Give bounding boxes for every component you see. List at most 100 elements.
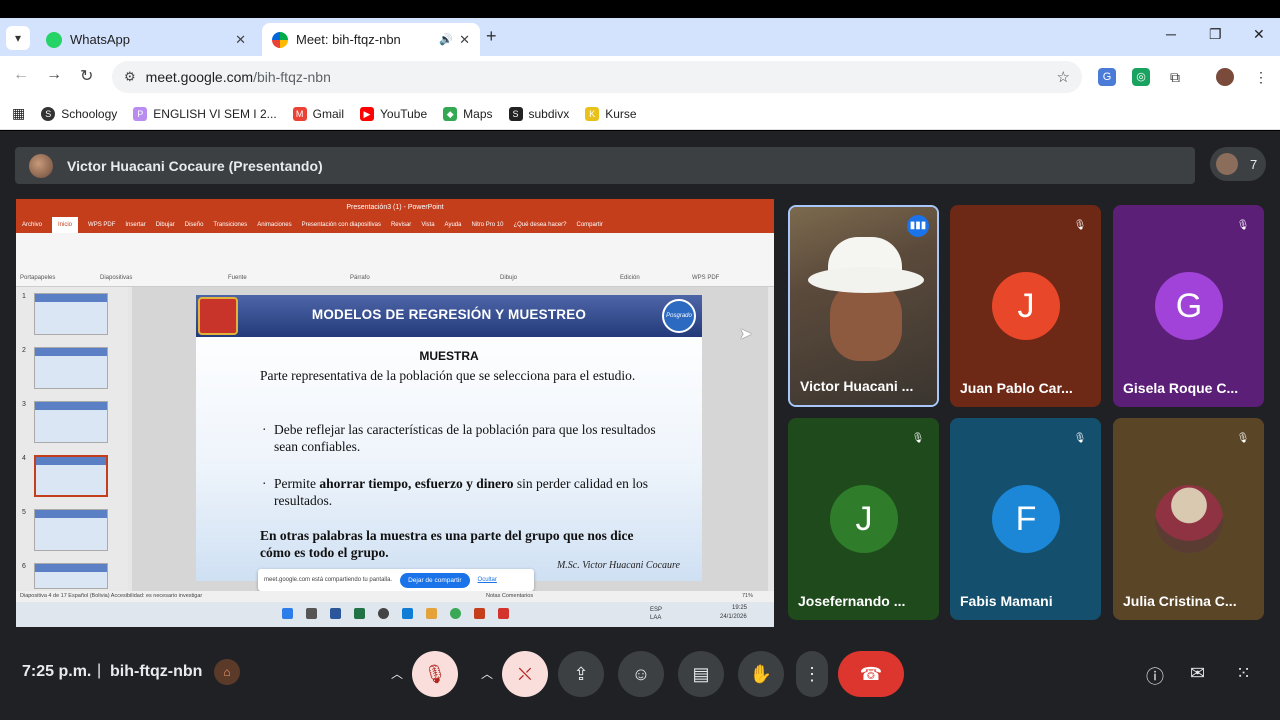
- ribbon-tab[interactable]: WPS PDF: [88, 217, 115, 233]
- bookmark-gmail[interactable]: M Gmail: [292, 106, 344, 121]
- excel-icon[interactable]: [354, 608, 365, 619]
- hide-link[interactable]: Ocultar: [478, 577, 497, 583]
- tab-search-icon[interactable]: ▾: [6, 26, 30, 50]
- chat-icon[interactable]: ✉: [1190, 663, 1205, 684]
- participant-tile[interactable]: J 🎙 Josefernando ...: [788, 418, 939, 620]
- ribbon-group-label: Fuente: [228, 275, 247, 281]
- slide-thumbnail[interactable]: [34, 509, 108, 551]
- windows-start-icon[interactable]: [282, 608, 293, 619]
- translate-extension-icon[interactable]: G: [1098, 68, 1116, 86]
- bookmark-subdivx[interactable]: Ssubdivx: [508, 106, 569, 121]
- search-icon[interactable]: [306, 608, 317, 619]
- ribbon-tab[interactable]: Ayuda: [445, 217, 462, 233]
- ribbon-tab[interactable]: Presentación con diapositivas: [302, 217, 381, 233]
- status-notes[interactable]: Notas Comentarios: [486, 591, 533, 602]
- address-bar[interactable]: ⚙ meet.google.com/bih-ftqz-nbn ☆: [112, 61, 1082, 93]
- slide-thumbnail[interactable]: [34, 563, 108, 589]
- bookmark-maps[interactable]: ◆ Maps: [443, 106, 493, 121]
- back-icon[interactable]: ←: [13, 66, 29, 84]
- slide: MODELOS DE REGRESIÓN Y MUESTREO Posgrado…: [196, 295, 702, 581]
- ribbon-tab[interactable]: Compartir: [577, 217, 603, 233]
- window-close-icon[interactable]: ✕: [1253, 26, 1265, 43]
- bookmark-kurse[interactable]: K Kurse: [585, 106, 637, 121]
- tab-whatsapp[interactable]: WhatsApp ✕: [36, 23, 256, 56]
- audio-options-chevron-icon[interactable]: ︿: [378, 651, 416, 697]
- stop-sharing-button[interactable]: Dejar de compartir: [400, 572, 470, 588]
- speaker-icon[interactable]: 🔊: [439, 33, 453, 46]
- meeting-info-icon[interactable]: ⓘ: [1146, 663, 1164, 689]
- ribbon-tab[interactable]: Inicio: [52, 217, 79, 233]
- restore-icon[interactable]: ❐: [1209, 26, 1222, 43]
- participants-button[interactable]: 7: [1210, 147, 1266, 181]
- bookmark-english[interactable]: P ENGLISH VI SEM I 2...: [133, 106, 277, 121]
- powerpoint-icon[interactable]: [474, 608, 485, 619]
- apps-grid-icon[interactable]: ▦: [12, 105, 25, 122]
- leave-call-button[interactable]: ☎: [838, 651, 904, 697]
- new-tab-button[interactable]: +: [486, 26, 497, 47]
- tab-meet[interactable]: Meet: bih-ftqz-nbn 🔊 ✕: [262, 23, 480, 56]
- activities-icon[interactable]: ⁙: [1236, 663, 1251, 684]
- slide-thumbnail[interactable]: [34, 401, 108, 443]
- app-icon[interactable]: [378, 608, 389, 619]
- forward-icon[interactable]: →: [46, 66, 62, 84]
- ribbon-tab[interactable]: Dibujar: [156, 217, 175, 233]
- ribbon-tab[interactable]: Animaciones: [257, 217, 291, 233]
- reactions-button[interactable]: ☺: [618, 651, 664, 697]
- ribbon-tab[interactable]: Revisar: [391, 217, 411, 233]
- ribbon-group-label: Diapositivas: [100, 275, 133, 281]
- top-black-bar: [0, 0, 1280, 18]
- more-options-icon[interactable]: ⋮: [796, 651, 828, 697]
- browser-toolbar: ← → ↻ ⚙ meet.google.com/bih-ftqz-nbn ☆ G…: [0, 56, 1280, 98]
- video-options-chevron-icon[interactable]: ︿: [468, 651, 506, 697]
- extensions-puzzle-icon[interactable]: ⧉: [1166, 68, 1184, 86]
- profile-avatar[interactable]: [1216, 68, 1234, 86]
- ribbon-tab[interactable]: Archivo: [22, 217, 42, 233]
- bookmark-schoology[interactable]: S Schoology: [41, 106, 117, 121]
- mic-muted-icon: 🎙: [1236, 220, 1250, 231]
- ribbon-tab[interactable]: Vista: [421, 217, 434, 233]
- zoom-level: 71%: [742, 593, 754, 599]
- site-info-icon[interactable]: ⚙: [124, 69, 136, 85]
- ribbon-tab[interactable]: ¿Qué desea hacer?: [513, 217, 566, 233]
- participant-tile-video[interactable]: ▮▮▮ Victor Huacani ...: [788, 205, 939, 407]
- more-menu-icon[interactable]: ⋮: [1252, 68, 1270, 86]
- edge-icon[interactable]: [402, 608, 413, 619]
- slide-thumbnail[interactable]: [34, 293, 108, 335]
- wps-icon[interactable]: [498, 608, 509, 619]
- host-controls-icon[interactable]: ⌂: [214, 659, 240, 685]
- schoology-icon: S: [41, 106, 56, 121]
- slide-thumbnail[interactable]: [34, 347, 108, 389]
- reload-icon[interactable]: ↻: [80, 66, 93, 86]
- chrome-icon[interactable]: [450, 608, 461, 619]
- extension-icon[interactable]: ◎: [1132, 68, 1150, 86]
- ribbon-tab[interactable]: Insertar: [125, 217, 145, 233]
- screen-frame: ▾ WhatsApp ✕ Meet: bih-ftqz-nbn 🔊 ✕ + ─ …: [0, 0, 1280, 720]
- raise-hand-button[interactable]: ✋: [738, 651, 784, 697]
- close-icon[interactable]: ✕: [235, 32, 246, 48]
- participant-avatar: J: [830, 485, 898, 553]
- folder-icon[interactable]: [426, 608, 437, 619]
- participant-tile[interactable]: F 🎙 Fabis Mamani: [950, 418, 1101, 620]
- bookmark-label: ENGLISH VI SEM I 2...: [153, 106, 277, 121]
- camera-off-button[interactable]: ⛌: [502, 651, 548, 697]
- word-icon[interactable]: [330, 608, 341, 619]
- kurse-icon: K: [585, 106, 600, 121]
- present-screen-button[interactable]: ⇪: [558, 651, 604, 697]
- participant-tile[interactable]: 🎙 Julia Cristina C...: [1113, 418, 1264, 620]
- ribbon-tab[interactable]: Diseño: [185, 217, 204, 233]
- slide-thumbnail[interactable]: [34, 455, 108, 497]
- mic-off-button[interactable]: 🎙: [412, 651, 458, 697]
- close-icon[interactable]: ✕: [459, 32, 470, 48]
- ribbon-group-label: Portapapeles: [20, 275, 56, 281]
- participant-tile[interactable]: J 🎙 Juan Pablo Car...: [950, 205, 1101, 407]
- mic-muted-icon: 🎙: [1236, 433, 1250, 444]
- bookmark-youtube[interactable]: ▶ YouTube: [360, 106, 427, 121]
- captions-button[interactable]: ▤: [678, 651, 724, 697]
- ribbon-tab[interactable]: Transiciones: [213, 217, 247, 233]
- ribbon-group-label: Dibujo: [500, 275, 518, 281]
- minimize-icon[interactable]: ─: [1166, 26, 1176, 42]
- participant-tile[interactable]: G 🎙 Gisela Roque C...: [1113, 205, 1264, 407]
- ribbon-tab[interactable]: Nitro Pro 10: [471, 217, 503, 233]
- bookmark-star-icon[interactable]: ☆: [1057, 68, 1070, 86]
- language-indicator[interactable]: ESP LAA: [650, 606, 666, 622]
